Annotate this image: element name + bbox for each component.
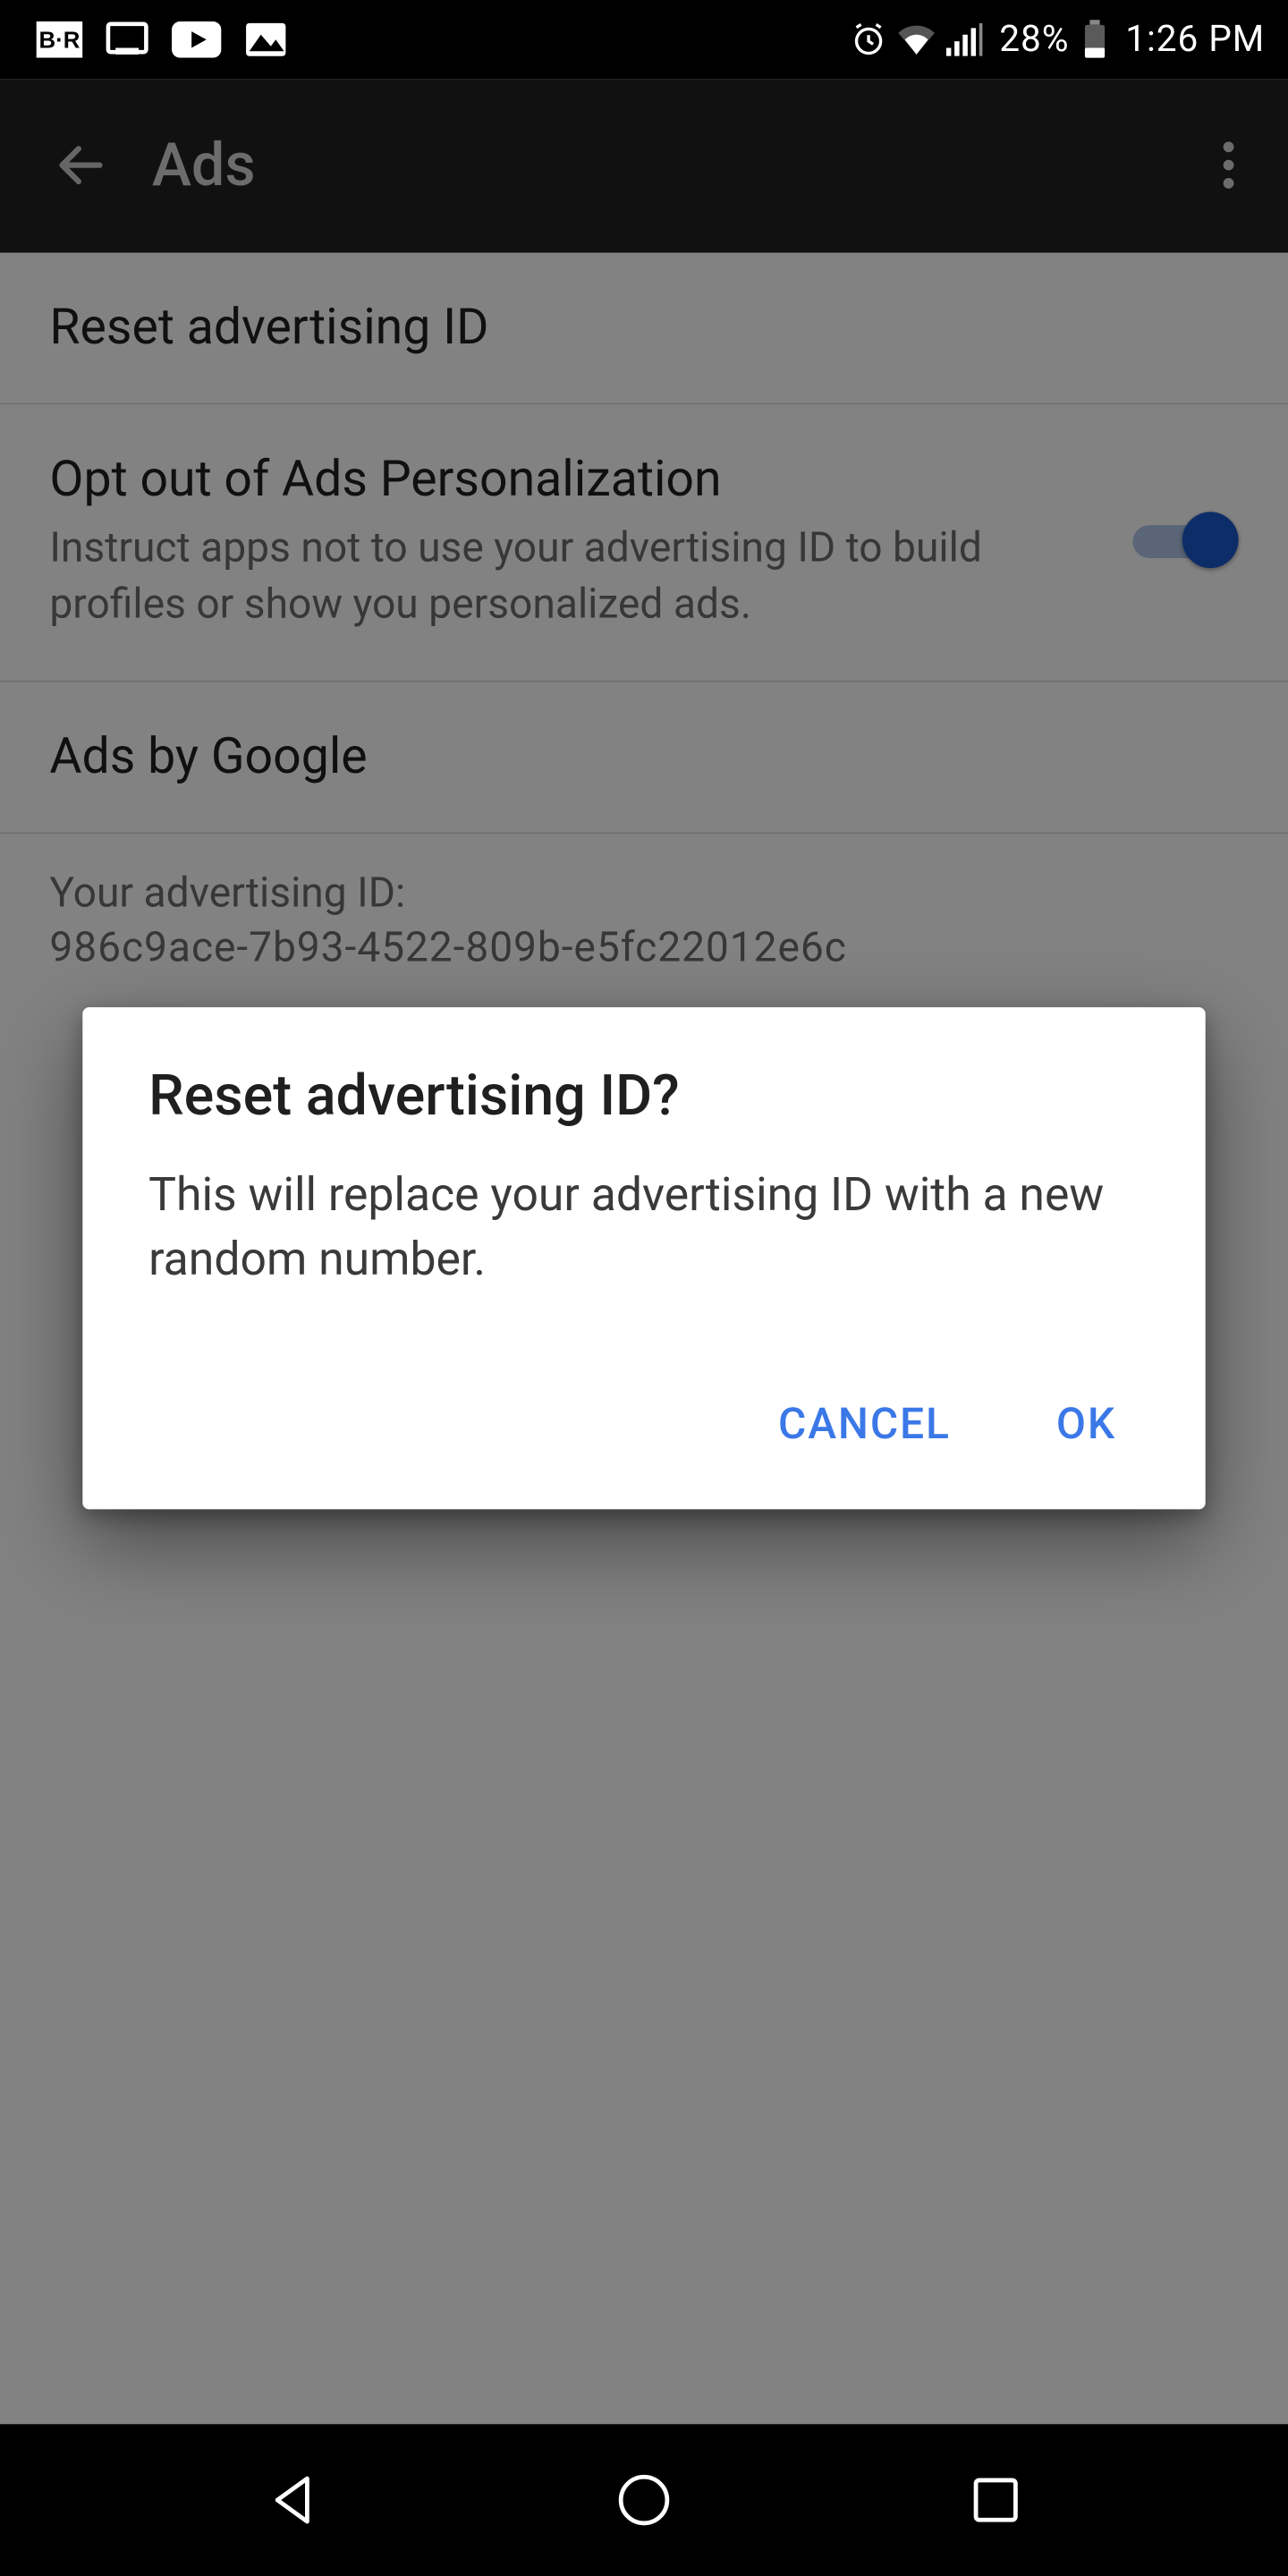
cast-icon bbox=[106, 21, 148, 58]
signal-icon bbox=[946, 23, 983, 56]
dialog-message: This will replace your advertising ID wi… bbox=[148, 1163, 1140, 1292]
nav-recents-button[interactable] bbox=[957, 2461, 1037, 2540]
dialog-title: Reset advertising ID? bbox=[148, 1063, 1140, 1130]
battery-percent: 28% bbox=[999, 19, 1069, 60]
dialog-actions: CANCEL OK bbox=[148, 1385, 1140, 1484]
nav-bar bbox=[0, 2424, 1288, 2576]
photos-icon bbox=[244, 21, 287, 58]
device-frame: B·R 28% 1: bbox=[0, 0, 1288, 2576]
br-app-icon: B·R bbox=[37, 21, 83, 58]
status-bar: B·R 28% 1: bbox=[0, 0, 1288, 80]
cancel-button[interactable]: CANCEL bbox=[765, 1385, 963, 1467]
ok-button[interactable]: OK bbox=[1043, 1385, 1130, 1467]
battery-icon bbox=[1082, 20, 1106, 59]
clock-time: 1:26 PM bbox=[1125, 19, 1265, 60]
svg-text:B·R: B·R bbox=[39, 29, 80, 54]
nav-home-button[interactable] bbox=[605, 2461, 684, 2540]
alarm-icon bbox=[851, 21, 887, 58]
nav-back-button[interactable] bbox=[252, 2461, 332, 2540]
reset-dialog: Reset advertising ID? This will replace … bbox=[82, 1007, 1205, 1510]
wifi-icon bbox=[897, 23, 936, 56]
youtube-icon bbox=[172, 21, 221, 58]
